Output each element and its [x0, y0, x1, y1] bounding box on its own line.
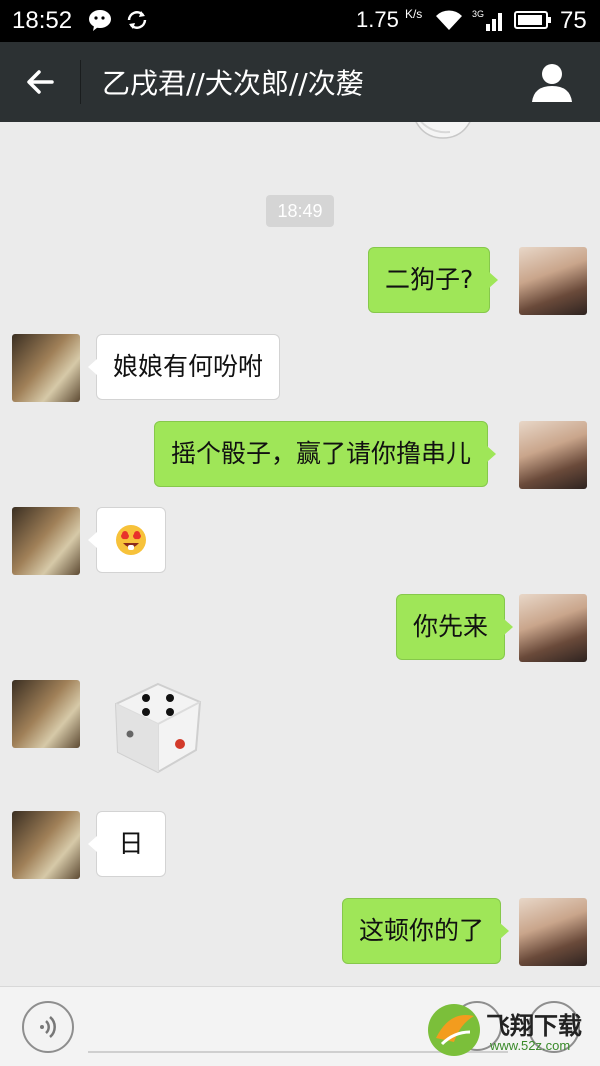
message-bubble-received[interactable]: [88, 507, 166, 573]
message-bubble-sent[interactable]: 摇个骰子，赢了请你撸串儿: [154, 421, 497, 487]
network-speed: 1.75 K/s: [356, 7, 422, 33]
network-type-label: 3G: [472, 9, 484, 19]
sync-icon: [127, 11, 147, 29]
speed-value: 1.75: [356, 7, 399, 32]
contact-avatar[interactable]: [12, 334, 80, 402]
contact-avatar[interactable]: [12, 811, 80, 879]
contact-avatar[interactable]: [12, 507, 80, 575]
watermark-url: www.52z.com: [490, 1038, 571, 1053]
site-watermark: 飞翔下载 www.52z.com: [424, 1000, 594, 1060]
watermark-brand: 飞翔下载: [486, 1012, 582, 1040]
chat-info-person-icon[interactable]: [530, 62, 574, 102]
my-avatar[interactable]: [519, 421, 587, 489]
heart-eyes-emoji-icon: [116, 525, 146, 555]
my-avatar[interactable]: [519, 594, 587, 662]
chat-title: 乙戌君//犬次郎//次嫠: [102, 67, 364, 100]
status-time: 18:52: [12, 7, 73, 34]
chat-header: 乙戌君//犬次郎//次嫠: [0, 42, 600, 122]
chat-message-list[interactable]: 18:49 二狗子? 娘娘有何吩咐 摇个骰子，赢了请你撸串儿 你先来 日 这顿你…: [0, 122, 600, 986]
message-bubble-received[interactable]: 娘娘有何吩咐: [87, 334, 281, 400]
cellular-signal-icon: 3G: [472, 9, 502, 31]
watermark-logo-icon: [428, 1004, 480, 1056]
message-bubble-received[interactable]: 日: [88, 811, 166, 877]
my-avatar[interactable]: [519, 247, 587, 315]
speed-unit: K/s: [404, 7, 423, 21]
dice-sticker-partial: [415, 122, 471, 139]
dice-sticker-icon[interactable]: [108, 680, 208, 776]
contact-avatar[interactable]: [12, 680, 80, 748]
wechat-notification-icon: [89, 10, 111, 31]
message-bubble-sent[interactable]: 你先来: [396, 594, 514, 660]
back-arrow-icon[interactable]: [22, 64, 58, 100]
my-avatar[interactable]: [519, 898, 587, 966]
voice-input-button[interactable]: [22, 1001, 74, 1053]
header-divider: [80, 60, 81, 104]
battery-icon: [514, 11, 551, 29]
message-timestamp: 18:49: [266, 195, 334, 227]
message-bubble-sent[interactable]: 二狗子?: [368, 247, 499, 313]
status-bar: 18:52 1.75 K/s 3G 75: [0, 0, 600, 42]
message-bubble-sent[interactable]: 这顿你的了: [342, 898, 510, 964]
voice-icon: [40, 1016, 56, 1038]
wifi-icon: [436, 10, 462, 30]
battery-percent: 75: [560, 7, 587, 34]
